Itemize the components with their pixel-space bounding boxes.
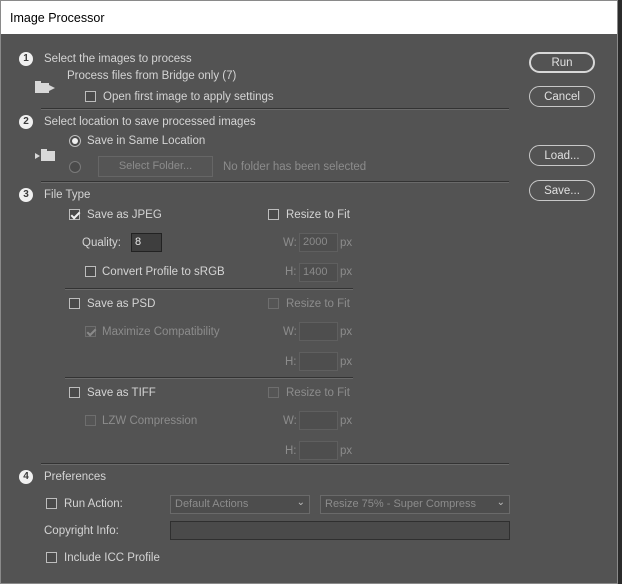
convert-srgb-label: Convert Profile to sRGB [102,266,225,278]
action-set-value: Default Actions [175,498,249,510]
section-3-title: File Type [44,189,91,201]
tiff-height-input[interactable] [299,441,338,460]
jpeg-w-label: W: [283,237,297,249]
source-text: Process files from Bridge only (7) [67,70,237,82]
psd-h-label: H: [285,356,297,368]
jpeg-resize-label: Resize to Fit [286,209,350,221]
psd-w-unit: px [340,326,353,338]
copyright-input[interactable] [170,521,510,540]
section-4-number: 4 [19,470,33,484]
same-location-label: Save in Same Location [87,135,206,147]
jpeg-height-input[interactable]: 1400 [299,263,338,282]
tiff-h-unit: px [340,445,353,457]
section-divider [41,463,509,465]
tiff-resize-checkbox[interactable] [268,387,279,398]
save-label: Save... [544,185,580,197]
select-folder-radio[interactable] [69,161,81,173]
action-dropdown[interactable]: Resize 75% - Super Compress ⌄ [320,495,510,514]
run-action-checkbox[interactable] [46,498,57,509]
run-button[interactable]: Run [529,52,595,73]
lzw-compression-checkbox[interactable] [85,415,96,426]
action-value: Resize 75% - Super Compress [325,498,477,510]
jpeg-resize-checkbox[interactable] [268,209,279,220]
jpeg-h-label: H: [285,266,297,278]
jpeg-h-unit: px [340,266,353,278]
lzw-compression-label: LZW Compression [102,415,198,427]
psd-width-input[interactable] [299,322,338,341]
cancel-button[interactable]: Cancel [529,86,595,107]
tiff-width-input[interactable] [299,411,338,430]
action-set-dropdown[interactable]: Default Actions ⌄ [170,495,310,514]
load-button[interactable]: Load... [529,145,595,166]
select-folder-button[interactable]: Select Folder... [98,156,213,177]
arrow-folder-icon [35,149,55,161]
save-psd-checkbox[interactable] [69,298,80,309]
window-title: Image Processor [10,11,105,25]
section-divider [41,108,509,110]
convert-srgb-checkbox[interactable] [85,266,96,277]
chevron-down-icon: ⌄ [296,497,305,508]
section-4-title: Preferences [44,471,107,483]
psd-height-input[interactable] [299,352,338,371]
jpeg-w-unit: px [340,237,353,249]
psd-resize-checkbox[interactable] [268,298,279,309]
section-2-title: Select location to save processed images [44,116,256,128]
tiff-h-label: H: [285,445,297,457]
run-action-label: Run Action: [64,498,123,510]
no-folder-text: No folder has been selected [223,161,367,173]
section-divider [41,181,509,183]
filetype-divider [65,288,353,290]
save-jpeg-label: Save as JPEG [87,209,162,221]
save-button[interactable]: Save... [529,180,595,201]
section-1-title: Select the images to process [44,53,192,65]
save-tiff-checkbox[interactable] [69,387,80,398]
maximize-compat-checkbox[interactable] [85,326,96,337]
title-bar: Image Processor [1,1,617,34]
save-jpeg-checkbox[interactable] [69,209,80,220]
tiff-w-unit: px [340,415,353,427]
include-icc-label: Include ICC Profile [64,552,160,564]
quality-label: Quality: [82,237,121,249]
maximize-compat-label: Maximize Compatibility [102,326,220,338]
section-2-number: 2 [19,115,33,129]
quality-input[interactable]: 8 [131,233,162,252]
tiff-w-label: W: [283,415,297,427]
include-icc-checkbox[interactable] [46,552,57,563]
psd-h-unit: px [340,356,353,368]
open-first-checkbox[interactable] [85,91,96,102]
image-processor-dialog: Image Processor Run Cancel Load... Save.… [0,0,618,584]
chevron-down-icon: ⌄ [496,497,505,508]
folder-arrow-icon [35,81,55,93]
copyright-label: Copyright Info: [44,525,119,537]
save-tiff-label: Save as TIFF [87,387,156,399]
open-first-label: Open first image to apply settings [103,91,274,103]
section-3-number: 3 [19,188,33,202]
psd-w-label: W: [283,326,297,338]
psd-resize-label: Resize to Fit [286,298,350,310]
same-location-radio[interactable] [69,135,81,147]
filetype-divider [65,377,353,379]
tiff-resize-label: Resize to Fit [286,387,350,399]
section-1-number: 1 [19,52,33,66]
save-psd-label: Save as PSD [87,298,156,310]
jpeg-width-input[interactable]: 2000 [299,233,338,252]
load-label: Load... [544,150,580,162]
